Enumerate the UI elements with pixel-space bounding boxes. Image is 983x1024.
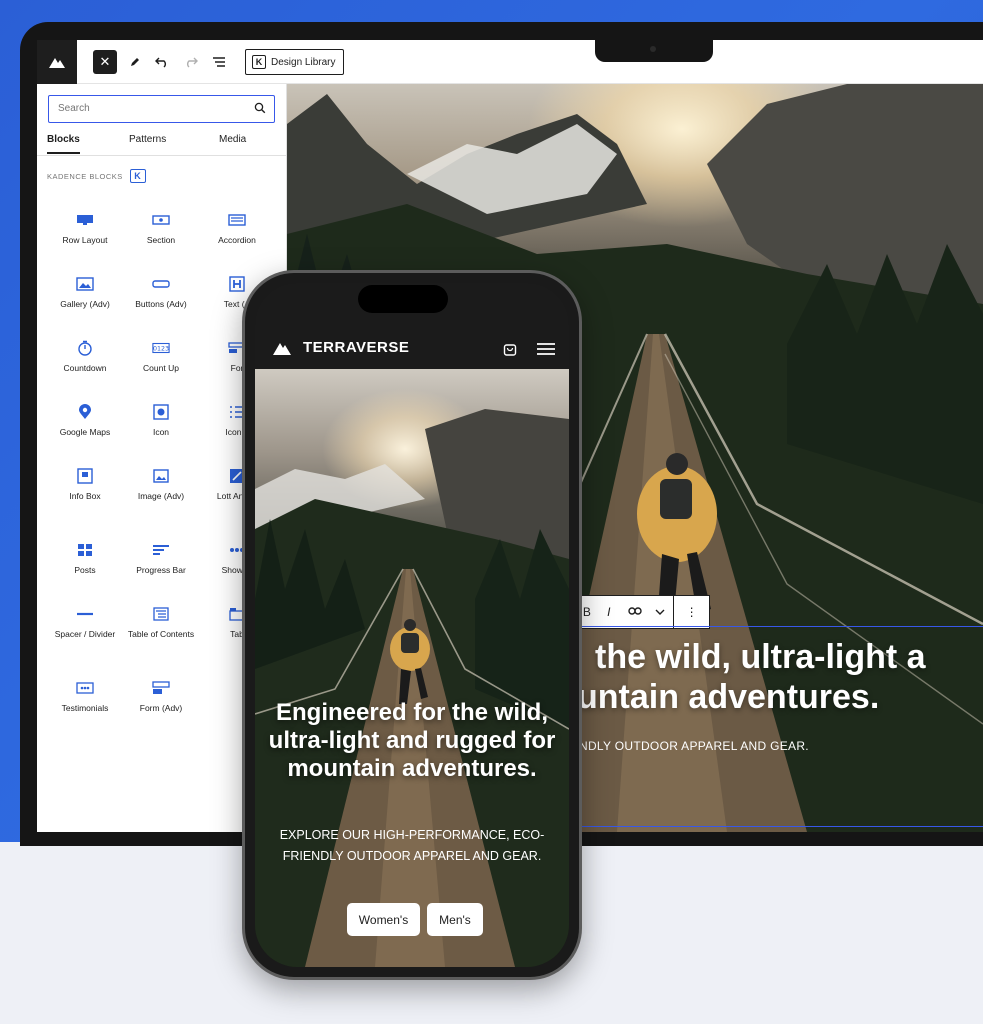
block-label: Spacer / Divider — [54, 629, 116, 639]
editor-toolbar: ✕ K Design Library — [37, 40, 983, 84]
block-section[interactable]: Section — [121, 212, 201, 245]
italic-icon[interactable]: I — [596, 605, 622, 619]
tab-blocks[interactable]: Blocks — [47, 134, 80, 154]
block-buttons[interactable]: Buttons (Adv) — [121, 276, 201, 309]
block-icon[interactable]: Icon — [121, 404, 201, 437]
kadence-logo-icon[interactable] — [37, 40, 77, 84]
spacer-icon — [76, 606, 94, 622]
block-gallery[interactable]: Gallery (Adv) — [45, 276, 125, 309]
format-toolbar: B I ⋮ — [577, 595, 710, 629]
dynamic-island — [358, 285, 448, 313]
buttons-icon — [152, 276, 170, 292]
section-title: KADENCE BLOCKS — [47, 171, 123, 181]
hero-photo — [255, 369, 569, 967]
block-accordion[interactable]: Accordion — [197, 212, 277, 245]
block-row-layout[interactable]: Row Layout — [45, 212, 125, 245]
block-label: Image (Adv) — [137, 491, 185, 501]
block-label: Table of Contents — [127, 629, 195, 639]
image-icon — [152, 468, 170, 484]
mobile-header: TERRAVERSE — [255, 327, 569, 369]
more-options-icon[interactable]: ⋮ — [673, 595, 709, 629]
block-label: Progress Bar — [136, 565, 186, 575]
block-testimonials[interactable]: Testimonials — [45, 680, 125, 713]
block-label: Accordion — [218, 235, 256, 245]
block-label: Countdown — [63, 363, 107, 373]
shopping-bag-icon[interactable] — [503, 341, 517, 356]
row-layout-icon — [76, 212, 94, 228]
design-library-label: Design Library — [271, 56, 336, 68]
block-label: Form (Adv) — [139, 703, 183, 713]
gallery-icon — [76, 276, 94, 292]
block-count-up[interactable]: 0123 Count Up — [121, 340, 201, 373]
hero-subline: EXPLORE OUR HIGH-PERFORMANCE, ECO-FRIEND… — [279, 828, 545, 863]
camera-icon — [650, 46, 656, 52]
posts-icon — [76, 542, 94, 558]
block-form-adv[interactable]: Form (Adv) — [121, 680, 201, 713]
link-icon[interactable] — [622, 605, 648, 619]
block-table-of-contents[interactable]: Table of Contents — [121, 606, 201, 639]
kadence-blocks-heading: KADENCE BLOCKS K — [47, 169, 146, 183]
form-adv-icon — [152, 680, 170, 696]
block-progress-bar[interactable]: Progress Bar — [121, 542, 201, 575]
block-label: Buttons (Adv) — [135, 299, 187, 309]
mens-button[interactable]: Men's — [427, 903, 483, 936]
brand-name: TERRAVERSE — [303, 339, 410, 356]
accordion-icon — [228, 212, 246, 228]
tab-patterns[interactable]: Patterns — [129, 134, 166, 152]
canvas-subline[interactable]: NDLY OUTDOOR APPAREL AND GEAR. — [579, 739, 809, 753]
list-view-icon[interactable] — [207, 50, 231, 74]
design-library-button[interactable]: K Design Library — [245, 49, 345, 75]
block-google-maps[interactable]: Google Maps — [45, 404, 125, 437]
block-label: Info Box — [69, 491, 101, 501]
selection-outline-bottom — [577, 826, 983, 827]
womens-button[interactable]: Women's — [347, 903, 420, 936]
hero-headline: Engineered for the wild, ultra-light and… — [268, 699, 556, 782]
progress-bar-icon — [152, 542, 170, 558]
info-box-icon — [76, 468, 94, 484]
block-label: Gallery (Adv) — [60, 299, 110, 309]
search-input[interactable]: Search — [48, 95, 275, 123]
block-image[interactable]: Image (Adv) — [121, 468, 201, 501]
kadence-k-icon: K — [252, 55, 266, 69]
phone-screen: TERRAVERSE Engineered for the wild, ultr… — [255, 283, 569, 967]
search-icon — [254, 102, 266, 114]
block-info-box[interactable]: Info Box — [45, 468, 125, 501]
terraverse-logo-icon — [273, 343, 291, 355]
redo-icon[interactable] — [179, 50, 203, 74]
canvas-headline-line1[interactable]: the wild, ultra-light a — [595, 638, 926, 677]
block-label: Section — [146, 235, 176, 245]
block-label: Count Up — [143, 363, 179, 373]
block-label: Google Maps — [59, 427, 111, 437]
block-label: Posts — [74, 565, 96, 575]
inserter-tabs: Blocks Patterns Media — [37, 130, 287, 156]
tab-media[interactable]: Media — [219, 134, 246, 152]
section-icon — [152, 212, 170, 228]
close-icon[interactable]: ✕ — [93, 50, 117, 74]
countdown-icon — [76, 340, 94, 356]
phone-frame: TERRAVERSE Engineered for the wild, ultr… — [242, 270, 582, 980]
svg-text:0123: 0123 — [153, 346, 169, 353]
hamburger-menu-icon[interactable] — [537, 342, 555, 356]
undo-icon[interactable] — [150, 50, 174, 74]
testimonials-icon — [76, 680, 94, 696]
block-countdown[interactable]: Countdown — [45, 340, 125, 373]
canvas-headline-line2[interactable]: untain adventures. — [577, 678, 879, 717]
block-posts[interactable]: Posts — [45, 542, 125, 575]
pencil-icon[interactable] — [123, 50, 147, 74]
icon-block-icon — [152, 404, 170, 420]
block-spacer[interactable]: Spacer / Divider — [45, 606, 125, 639]
laptop-notch — [595, 40, 713, 62]
chevron-down-icon[interactable] — [647, 605, 673, 619]
block-label: Testimonials — [61, 703, 109, 713]
selection-outline-top — [577, 626, 983, 627]
kadence-k-icon: K — [129, 169, 146, 183]
heading-icon — [228, 276, 246, 292]
block-label: Icon — [152, 427, 170, 437]
map-pin-icon — [76, 404, 94, 420]
table-of-contents-icon — [152, 606, 170, 622]
search-placeholder: Search — [58, 103, 90, 114]
count-up-icon: 0123 — [152, 340, 170, 356]
block-label: Row Layout — [62, 235, 108, 245]
